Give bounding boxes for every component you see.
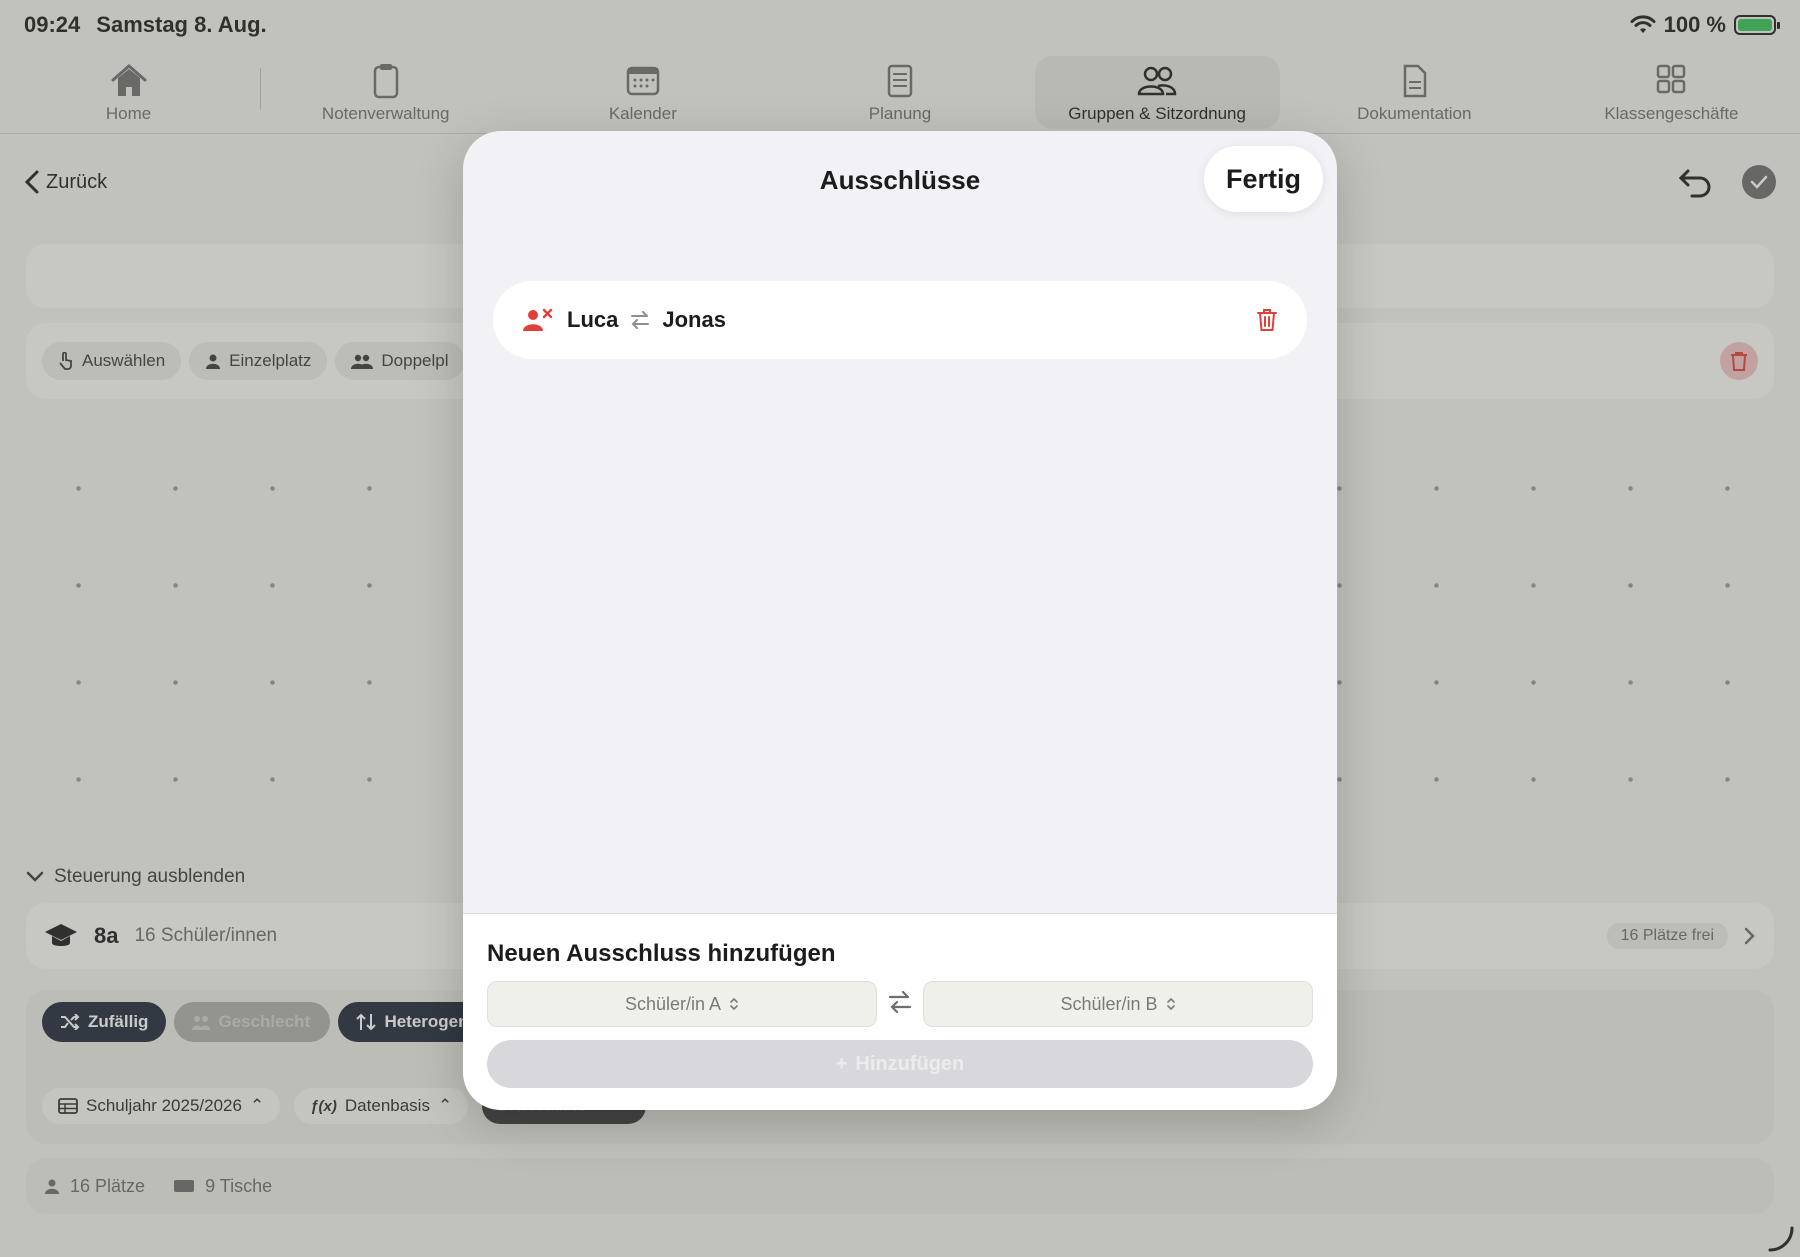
delete-exclusion-button[interactable]	[1257, 308, 1277, 332]
trash-icon	[1257, 309, 1277, 331]
exclusions-sheet: Ausschlüsse Fertig Luca Jonas Neuen Auss…	[463, 131, 1337, 1110]
updown-chevron-icon	[1166, 997, 1175, 1011]
exclusion-student-b: Jonas	[662, 307, 726, 332]
add-exclusion-section: Neuen Ausschluss hinzufügen Schüler/in A…	[463, 913, 1337, 1110]
student-b-picker-label: Schüler/in B	[1060, 993, 1158, 1014]
student-a-picker-label: Schüler/in A	[624, 993, 722, 1014]
swap-arrows-icon	[888, 990, 912, 1018]
exclusion-item[interactable]: Luca Jonas	[493, 281, 1307, 359]
exclusion-student-a: Luca	[567, 307, 619, 332]
updown-chevron-icon	[730, 997, 738, 1011]
student-b-picker[interactable]: Schüler/in B	[923, 981, 1313, 1027]
done-button[interactable]: Fertig	[1204, 146, 1323, 212]
add-exclusion-label: Hinzufügen	[855, 1052, 965, 1075]
add-exclusion-button[interactable]: + Hinzufügen	[487, 1040, 1313, 1088]
plus-icon: +	[835, 1052, 848, 1075]
student-a-picker[interactable]: Schüler/in A	[487, 981, 877, 1027]
add-section-title: Neuen Ausschluss hinzufügen	[487, 940, 836, 967]
person-excluded-icon	[523, 308, 553, 331]
swap-arrows-icon	[630, 311, 650, 329]
